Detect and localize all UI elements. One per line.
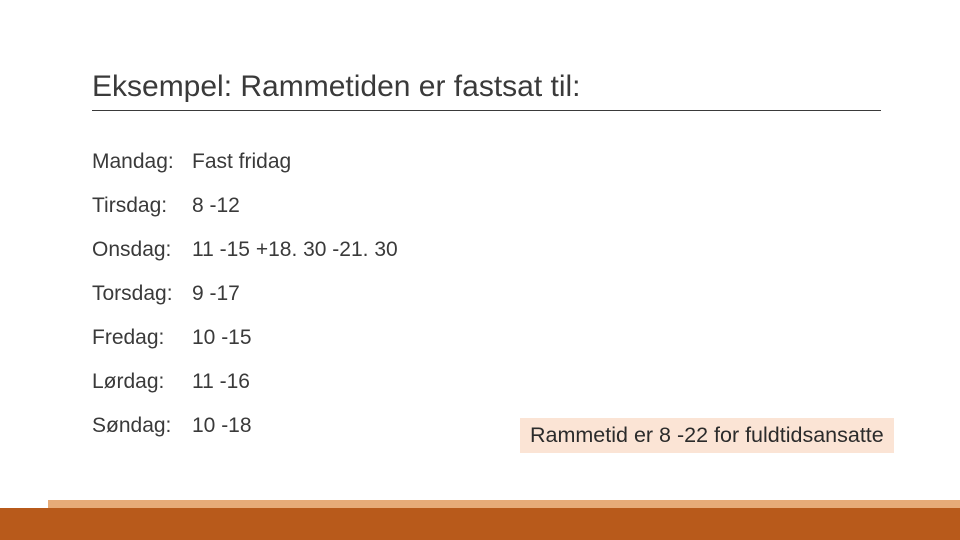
highlight-note: Rammetid er 8 -22 for fuldtidsansatte (520, 418, 894, 453)
value-cell: 11 -16 (192, 370, 250, 394)
value-cell: 10 -18 (192, 414, 252, 438)
table-row: Onsdag: 11 -15 +18. 30 -21. 30 (92, 238, 398, 282)
day-cell: Søndag: (92, 414, 192, 438)
day-cell: Tirsdag: (92, 194, 192, 218)
table-row: Fredag: 10 -15 (92, 326, 398, 370)
value-cell: 10 -15 (192, 326, 252, 350)
table-row: Lørdag: 11 -16 (92, 370, 398, 414)
footer-accent-bar (48, 500, 960, 508)
value-cell: 9 -17 (192, 282, 240, 306)
slide-title: Eksempel: Rammetiden er fastsat til: (92, 70, 881, 111)
day-cell: Mandag: (92, 150, 192, 174)
value-cell: 8 -12 (192, 194, 240, 218)
value-cell: 11 -15 +18. 30 -21. 30 (192, 238, 398, 262)
footer-bar (0, 508, 960, 540)
table-row: Tirsdag: 8 -12 (92, 194, 398, 238)
day-cell: Onsdag: (92, 238, 192, 262)
slide: Eksempel: Rammetiden er fastsat til: Man… (0, 0, 960, 540)
table-row: Mandag: Fast fridag (92, 150, 398, 194)
table-row: Søndag: 10 -18 (92, 414, 398, 458)
value-cell: Fast fridag (192, 150, 291, 174)
schedule-table: Mandag: Fast fridag Tirsdag: 8 -12 Onsda… (92, 150, 398, 458)
table-row: Torsdag: 9 -17 (92, 282, 398, 326)
day-cell: Torsdag: (92, 282, 192, 306)
day-cell: Fredag: (92, 326, 192, 350)
day-cell: Lørdag: (92, 370, 192, 394)
